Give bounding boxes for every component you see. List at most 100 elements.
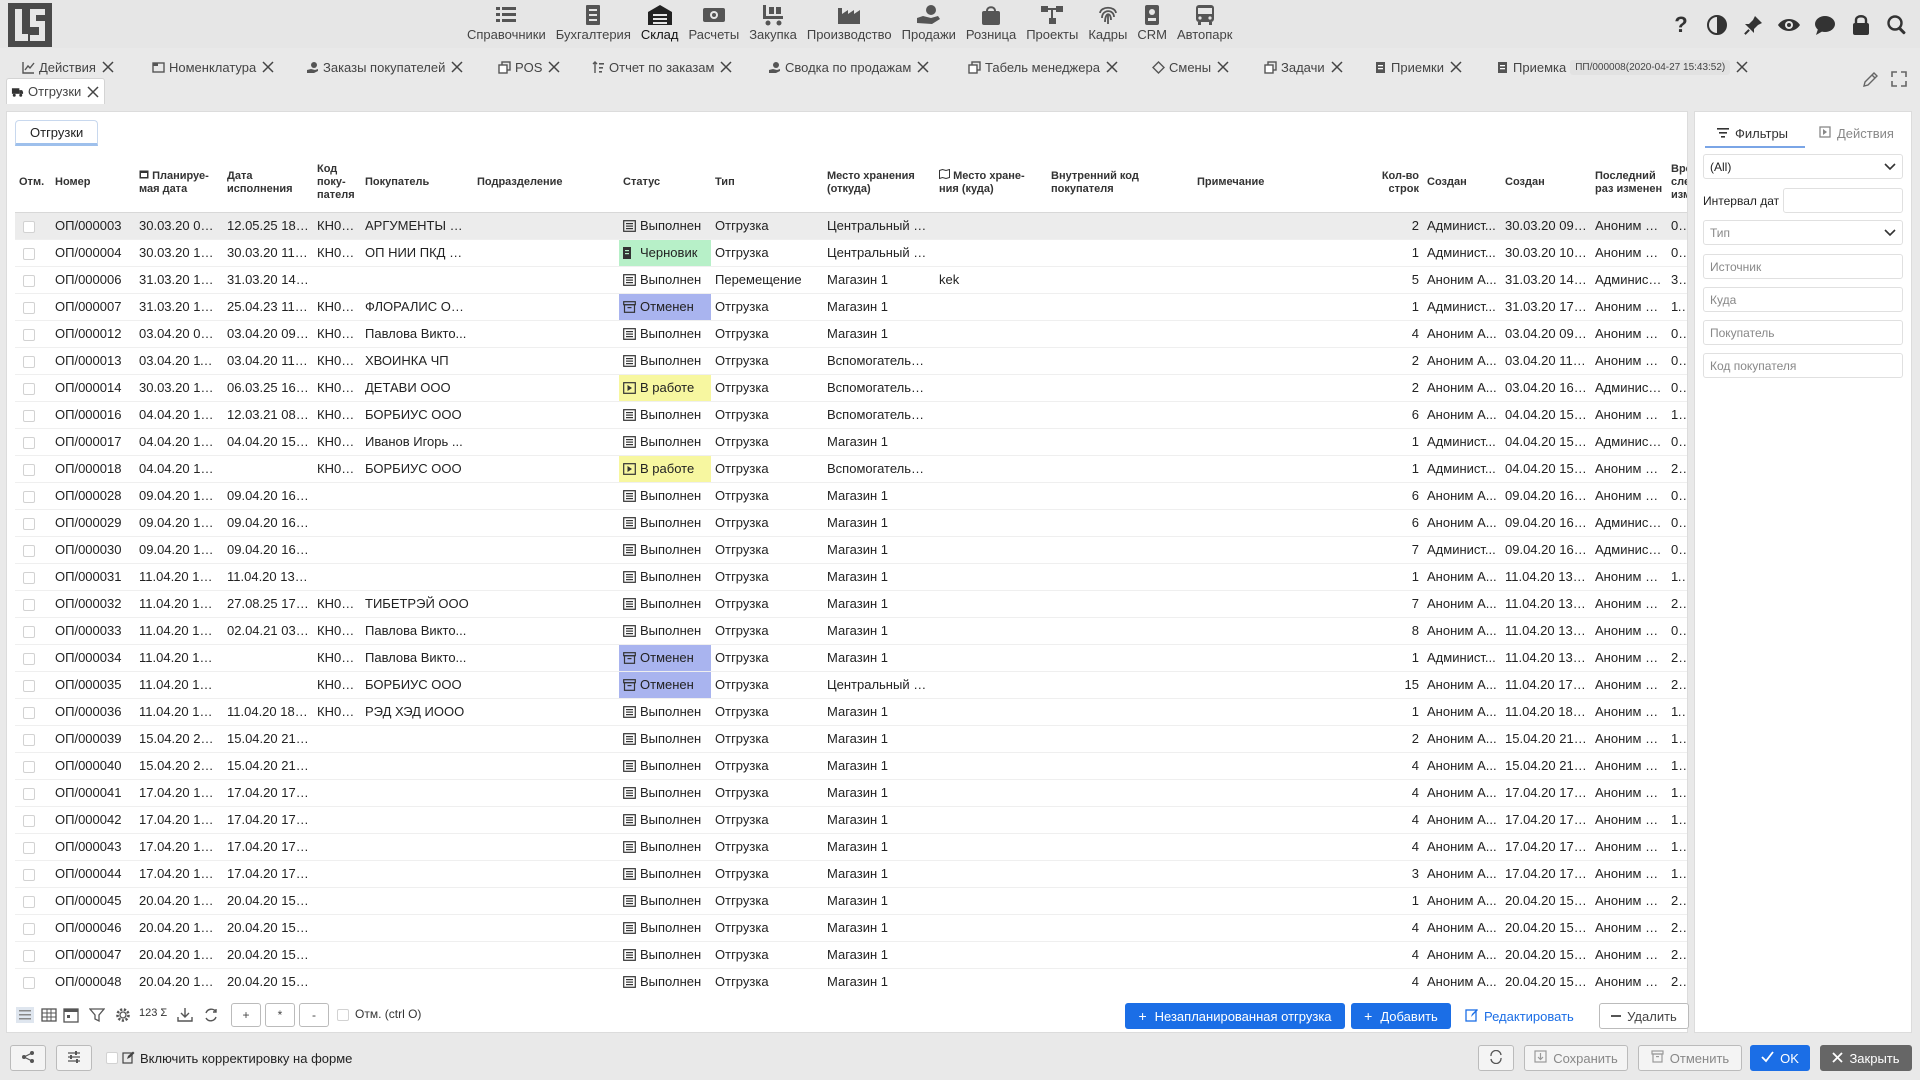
cell-lastmod[interactable]: Аноним А...	[1591, 563, 1667, 591]
cell-dept[interactable]	[473, 779, 619, 807]
cell-createdby[interactable]: Админист...	[1423, 644, 1501, 672]
table-row[interactable]: ОП/000031 11.04.20 13:30 11.04.20 13:30 Вып…	[15, 563, 1687, 591]
cell-dept[interactable]	[473, 752, 619, 780]
cell-intcode[interactable]	[1047, 590, 1193, 618]
cell-intcode[interactable]	[1047, 833, 1193, 861]
cell-lastmod[interactable]: Аноним А...	[1591, 617, 1667, 645]
cell-note[interactable]	[1193, 941, 1357, 969]
counter-sum-toggle[interactable]: 123 Σ	[139, 1007, 167, 1019]
menu-spravochniki[interactable]: Справочники	[462, 2, 551, 46]
cell-time[interactable]: 06.03	[1667, 374, 1687, 402]
cell-dept[interactable]	[473, 428, 619, 456]
cell-intcode[interactable]	[1047, 644, 1193, 672]
cell-from[interactable]: Магазин 1	[823, 536, 935, 564]
cell-type[interactable]: Отгрузка	[711, 482, 823, 510]
cell-lines[interactable]: 1	[1357, 239, 1423, 267]
ok-button[interactable]: OK	[1750, 1045, 1810, 1071]
cell-buyer[interactable]	[361, 266, 473, 294]
cell-lastmod[interactable]: Аноним А...	[1591, 968, 1667, 990]
cell-note[interactable]	[1193, 293, 1357, 321]
cell-intcode[interactable]	[1047, 941, 1193, 969]
cell-lines[interactable]: 1	[1357, 644, 1423, 672]
cell-code[interactable]	[313, 779, 361, 807]
cell-to[interactable]	[935, 779, 1047, 807]
cell-intcode[interactable]	[1047, 212, 1193, 240]
cell-time[interactable]: 27.08	[1667, 590, 1687, 618]
cell-status[interactable]: Выполнен	[619, 320, 711, 348]
cell-from[interactable]: Магазин 1	[823, 968, 935, 990]
cell-status[interactable]: Выполнен	[619, 806, 711, 834]
cell-plan[interactable]: 09.04.20 16:44	[135, 482, 223, 510]
row-checkbox[interactable]	[23, 868, 35, 881]
cell-time[interactable]: 11.04	[1667, 563, 1687, 591]
cell-from[interactable]: Магазин 1	[823, 644, 935, 672]
cell-exec[interactable]	[223, 644, 313, 672]
cell-dept[interactable]	[473, 293, 619, 321]
cell-lastmod[interactable]: Аноним А...	[1591, 239, 1667, 267]
cell-plan[interactable]: 09.04.20 16:46	[135, 509, 223, 537]
search-icon[interactable]	[1884, 12, 1910, 38]
cell-dept[interactable]	[473, 212, 619, 240]
cell-note[interactable]	[1193, 401, 1357, 429]
cell-created[interactable]: 31.03.20 14:24	[1501, 266, 1591, 294]
cell-createdby[interactable]: Аноним А...	[1423, 779, 1501, 807]
row-checkbox[interactable]	[23, 274, 35, 287]
cell-from[interactable]: Магазин 1	[823, 806, 935, 834]
cell-type[interactable]: Отгрузка	[711, 860, 823, 888]
cell-type[interactable]: Отгрузка	[711, 617, 823, 645]
cell-createdby[interactable]: Аноним А...	[1423, 266, 1501, 294]
table-row[interactable]: ОП/000013 03.04.20 11:45 03.04.20 11:26 КН0…	[15, 347, 1687, 375]
cell-plan[interactable]: 04.04.20 15:07	[135, 428, 223, 456]
help-icon[interactable]: ?	[1668, 12, 1694, 38]
remove-row-button[interactable]: -	[299, 1003, 329, 1027]
menu-sklad[interactable]: Склад	[636, 2, 684, 46]
cell-intcode[interactable]	[1047, 563, 1193, 591]
cell-num[interactable]: ОП/000034	[51, 644, 135, 672]
cell-num[interactable]: ОП/000018	[51, 455, 135, 483]
cell-from[interactable]: Магазин 1	[823, 779, 935, 807]
cell-exec[interactable]: 27.08.25 17:56	[223, 590, 313, 618]
cell-from[interactable]: Магазин 1	[823, 266, 935, 294]
cell-dept[interactable]	[473, 347, 619, 375]
column-header-num[interactable]: Номер	[51, 154, 135, 213]
cell-num[interactable]: ОП/000045	[51, 887, 135, 915]
share-button[interactable]	[10, 1045, 46, 1071]
menu-raschety[interactable]: Расчеты	[683, 2, 744, 46]
cell-code[interactable]	[313, 509, 361, 537]
row-checkbox[interactable]	[23, 490, 35, 503]
cell-type[interactable]: Отгрузка	[711, 455, 823, 483]
cell-createdby[interactable]: Админист...	[1423, 428, 1501, 456]
cell-to[interactable]	[935, 455, 1047, 483]
cell-status[interactable]: Выполнен	[619, 833, 711, 861]
table-row[interactable]: ОП/000032 11.04.20 13:36 27.08.25 17:56 КН0…	[15, 590, 1687, 618]
cell-lines[interactable]: 4	[1357, 833, 1423, 861]
cell-lines[interactable]: 1	[1357, 698, 1423, 726]
cell-to[interactable]	[935, 833, 1047, 861]
cell-intcode[interactable]	[1047, 239, 1193, 267]
tab-actions[interactable]: Действия	[1819, 122, 1894, 144]
cell-lastmod[interactable]: Админист...	[1591, 374, 1667, 402]
cell-lastmod[interactable]: Аноним А...	[1591, 833, 1667, 861]
mark-checkbox[interactable]	[337, 1009, 349, 1021]
column-header-lastmod[interactable]: Последний раз изменен	[1591, 154, 1667, 213]
cell-time[interactable]: 09.04	[1667, 536, 1687, 564]
cell-buyer[interactable]: Павлова Викто...	[361, 320, 473, 348]
table-row[interactable]: ОП/000039 15.04.20 21:42 15.04.20 21:42 Вып…	[15, 725, 1687, 753]
cell-lastmod[interactable]: Аноним А...	[1591, 725, 1667, 753]
cell-to[interactable]	[935, 968, 1047, 990]
cell-time[interactable]: 09.04	[1667, 482, 1687, 510]
cell-note[interactable]	[1193, 644, 1357, 672]
row-checkbox[interactable]	[23, 517, 35, 530]
cell-created[interactable]: 09.04.20 16:44	[1501, 482, 1591, 510]
cell-dept[interactable]	[473, 887, 619, 915]
cell-lines[interactable]: 1	[1357, 428, 1423, 456]
tab-zadachi[interactable]: Задачи	[1260, 56, 1348, 78]
cell-dept[interactable]	[473, 374, 619, 402]
cell-createdby[interactable]: Аноним А...	[1423, 725, 1501, 753]
cell-note[interactable]	[1193, 590, 1357, 618]
column-header-dept[interactable]: Подразделение	[473, 154, 619, 213]
cell-lines[interactable]: 15	[1357, 671, 1423, 699]
column-header-createdby[interactable]: Создан	[1423, 154, 1501, 213]
column-header-plan[interactable]: Планируе-мая дата	[135, 154, 223, 213]
cell-createdby[interactable]: Аноним А...	[1423, 563, 1501, 591]
